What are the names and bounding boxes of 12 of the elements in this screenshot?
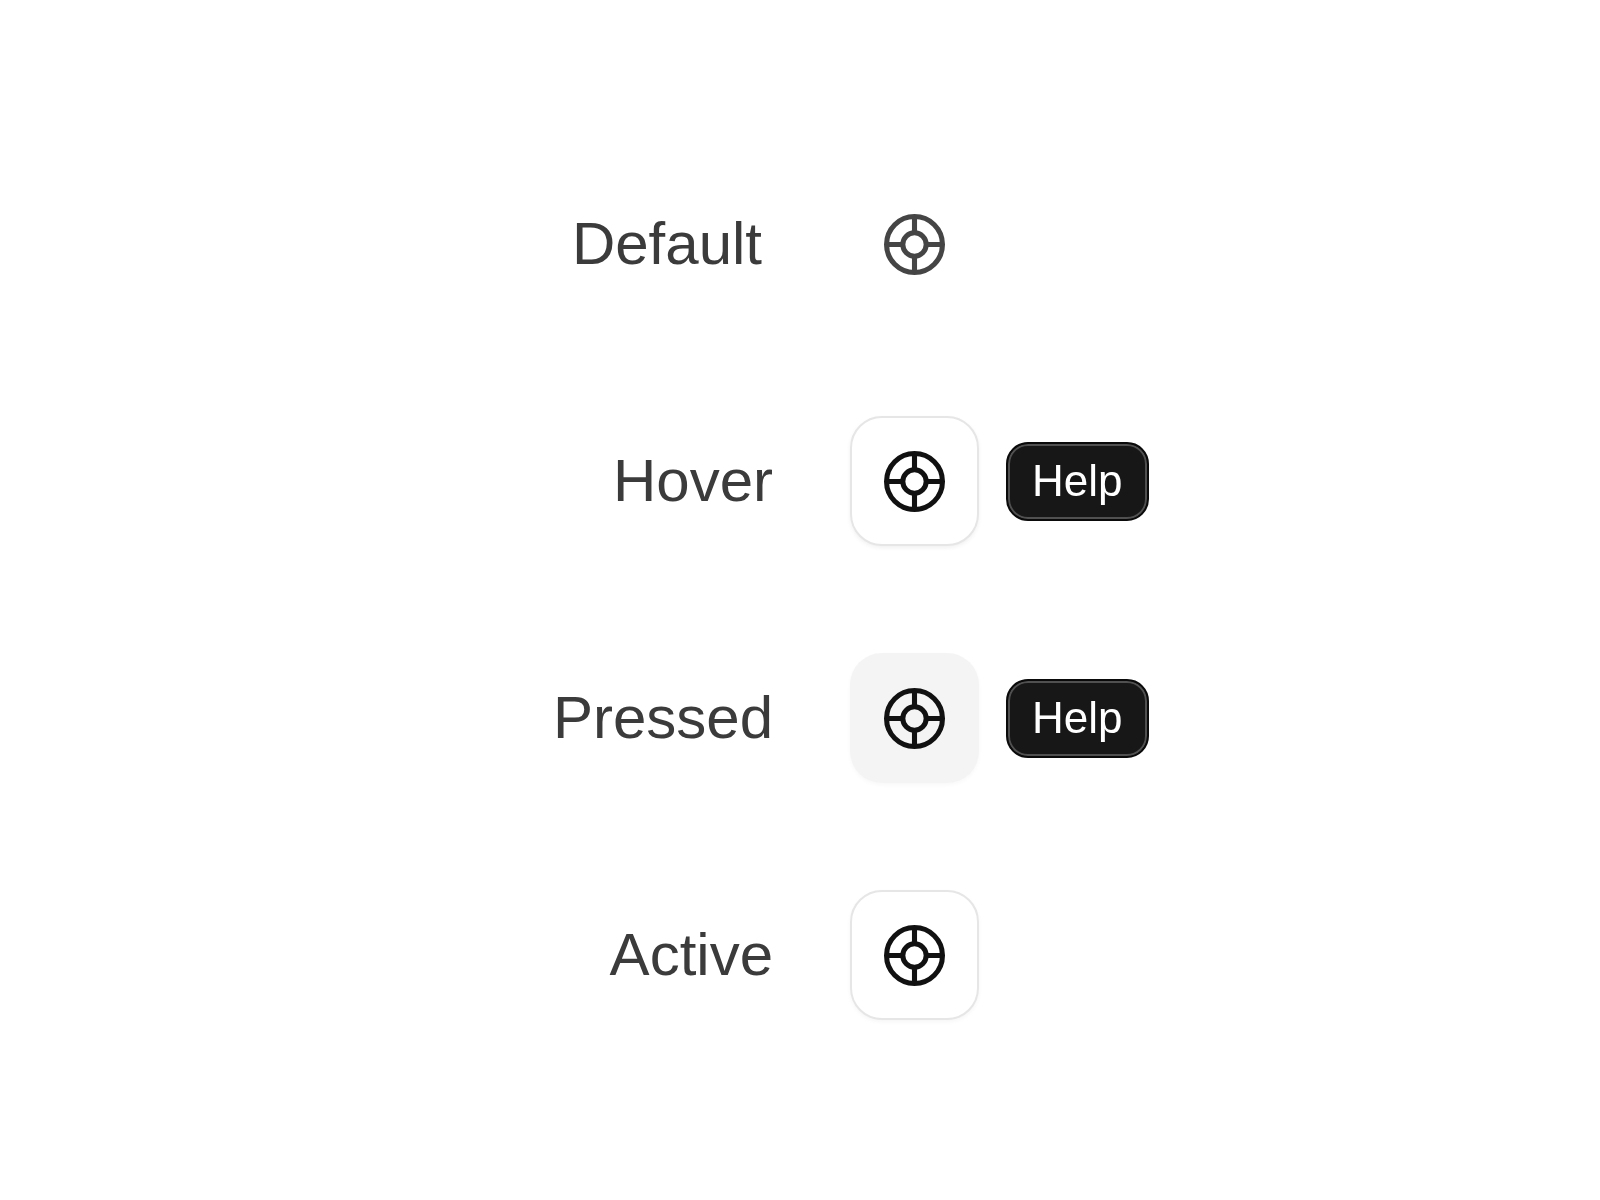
help-button[interactable]: [850, 653, 979, 783]
help-button[interactable]: [884, 213, 945, 275]
state-label: Pressed: [552, 683, 773, 753]
state-label: Hover: [612, 446, 773, 516]
target-icon: [884, 213, 945, 275]
tooltip: Help: [1006, 441, 1149, 521]
state-label: Default: [571, 209, 763, 279]
tooltip: Help: [1006, 678, 1149, 758]
target-icon: [884, 450, 945, 512]
state-label: Active: [609, 920, 773, 990]
target-icon: [884, 924, 945, 986]
target-icon: [884, 687, 945, 749]
